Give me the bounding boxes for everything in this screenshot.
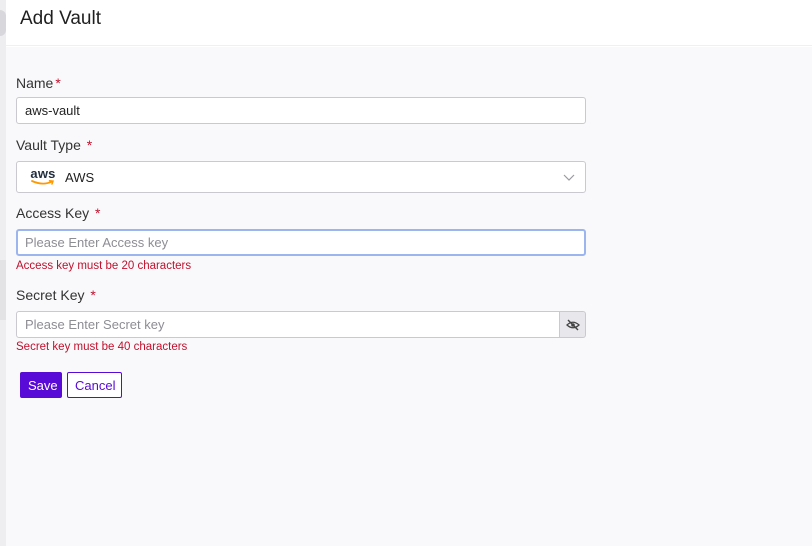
- aws-smile-icon: [31, 180, 55, 185]
- vault-type-value: AWS: [65, 169, 95, 185]
- page-header: Add Vault: [6, 0, 812, 46]
- vault-form: Name* Vault Type * aws AWS Access Key * …: [6, 47, 812, 546]
- name-input[interactable]: [16, 97, 586, 124]
- secret-key-label-text: Secret Key: [16, 287, 85, 303]
- chevron-down-icon: [563, 174, 575, 181]
- access-key-error: Access key must be 20 characters: [16, 260, 192, 272]
- required-mark: *: [95, 205, 101, 221]
- aws-logo-icon: aws: [29, 166, 57, 186]
- access-key-label: Access Key *: [16, 205, 100, 221]
- eye-slash-icon: [565, 319, 580, 330]
- name-label-text: Name: [16, 75, 54, 91]
- cancel-button[interactable]: Cancel: [67, 372, 122, 398]
- secret-key-group: [16, 311, 586, 338]
- page-title: Add Vault: [20, 8, 101, 29]
- secret-key-input[interactable]: [16, 311, 560, 338]
- aws-logo-text: aws: [30, 166, 56, 181]
- vault-type-label: Vault Type *: [16, 137, 92, 153]
- access-key-input[interactable]: [16, 229, 586, 256]
- toggle-visibility-button[interactable]: [559, 311, 586, 338]
- name-label: Name *: [16, 75, 61, 91]
- vault-type-select[interactable]: aws AWS: [16, 161, 586, 193]
- required-mark: *: [90, 287, 96, 303]
- access-key-label-text: Access Key: [16, 205, 90, 221]
- save-button[interactable]: Save: [20, 372, 62, 398]
- vault-type-label-text: Vault Type: [16, 137, 81, 153]
- secret-key-error: Secret key must be 40 characters: [16, 341, 188, 353]
- secret-key-label: Secret Key *: [16, 287, 96, 303]
- required-mark: *: [86, 137, 93, 153]
- required-mark: *: [55, 75, 61, 91]
